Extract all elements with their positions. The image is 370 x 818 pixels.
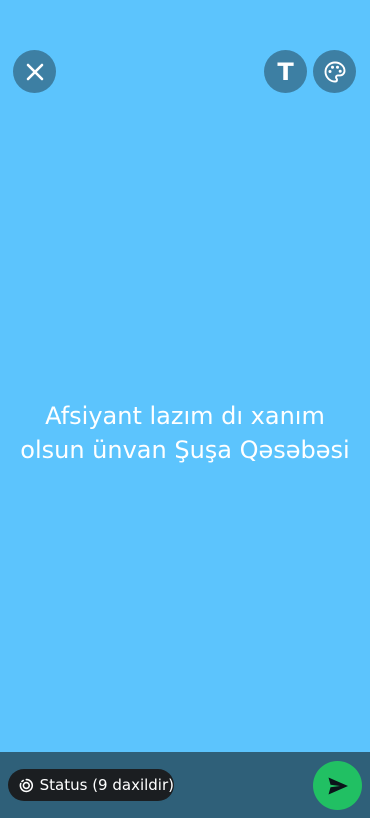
- palette-icon: [324, 61, 345, 82]
- text-style-label: T: [277, 57, 294, 86]
- bottom-bar: Status (9 daxildir): [0, 752, 370, 818]
- color-palette-button[interactable]: [313, 50, 356, 93]
- close-icon: [26, 63, 43, 80]
- status-ring-icon: [19, 778, 34, 792]
- text-style-button[interactable]: T: [264, 50, 307, 93]
- send-button[interactable]: [313, 761, 362, 810]
- status-audience-chip[interactable]: Status (9 daxildir): [8, 769, 174, 801]
- close-button[interactable]: [13, 50, 56, 93]
- send-icon: [328, 777, 348, 794]
- status-audience-label: Status (9 daxildir): [39, 776, 174, 794]
- status-text[interactable]: Afsiyant lazım dı xanım olsun ünvan Şuşa…: [10, 399, 360, 467]
